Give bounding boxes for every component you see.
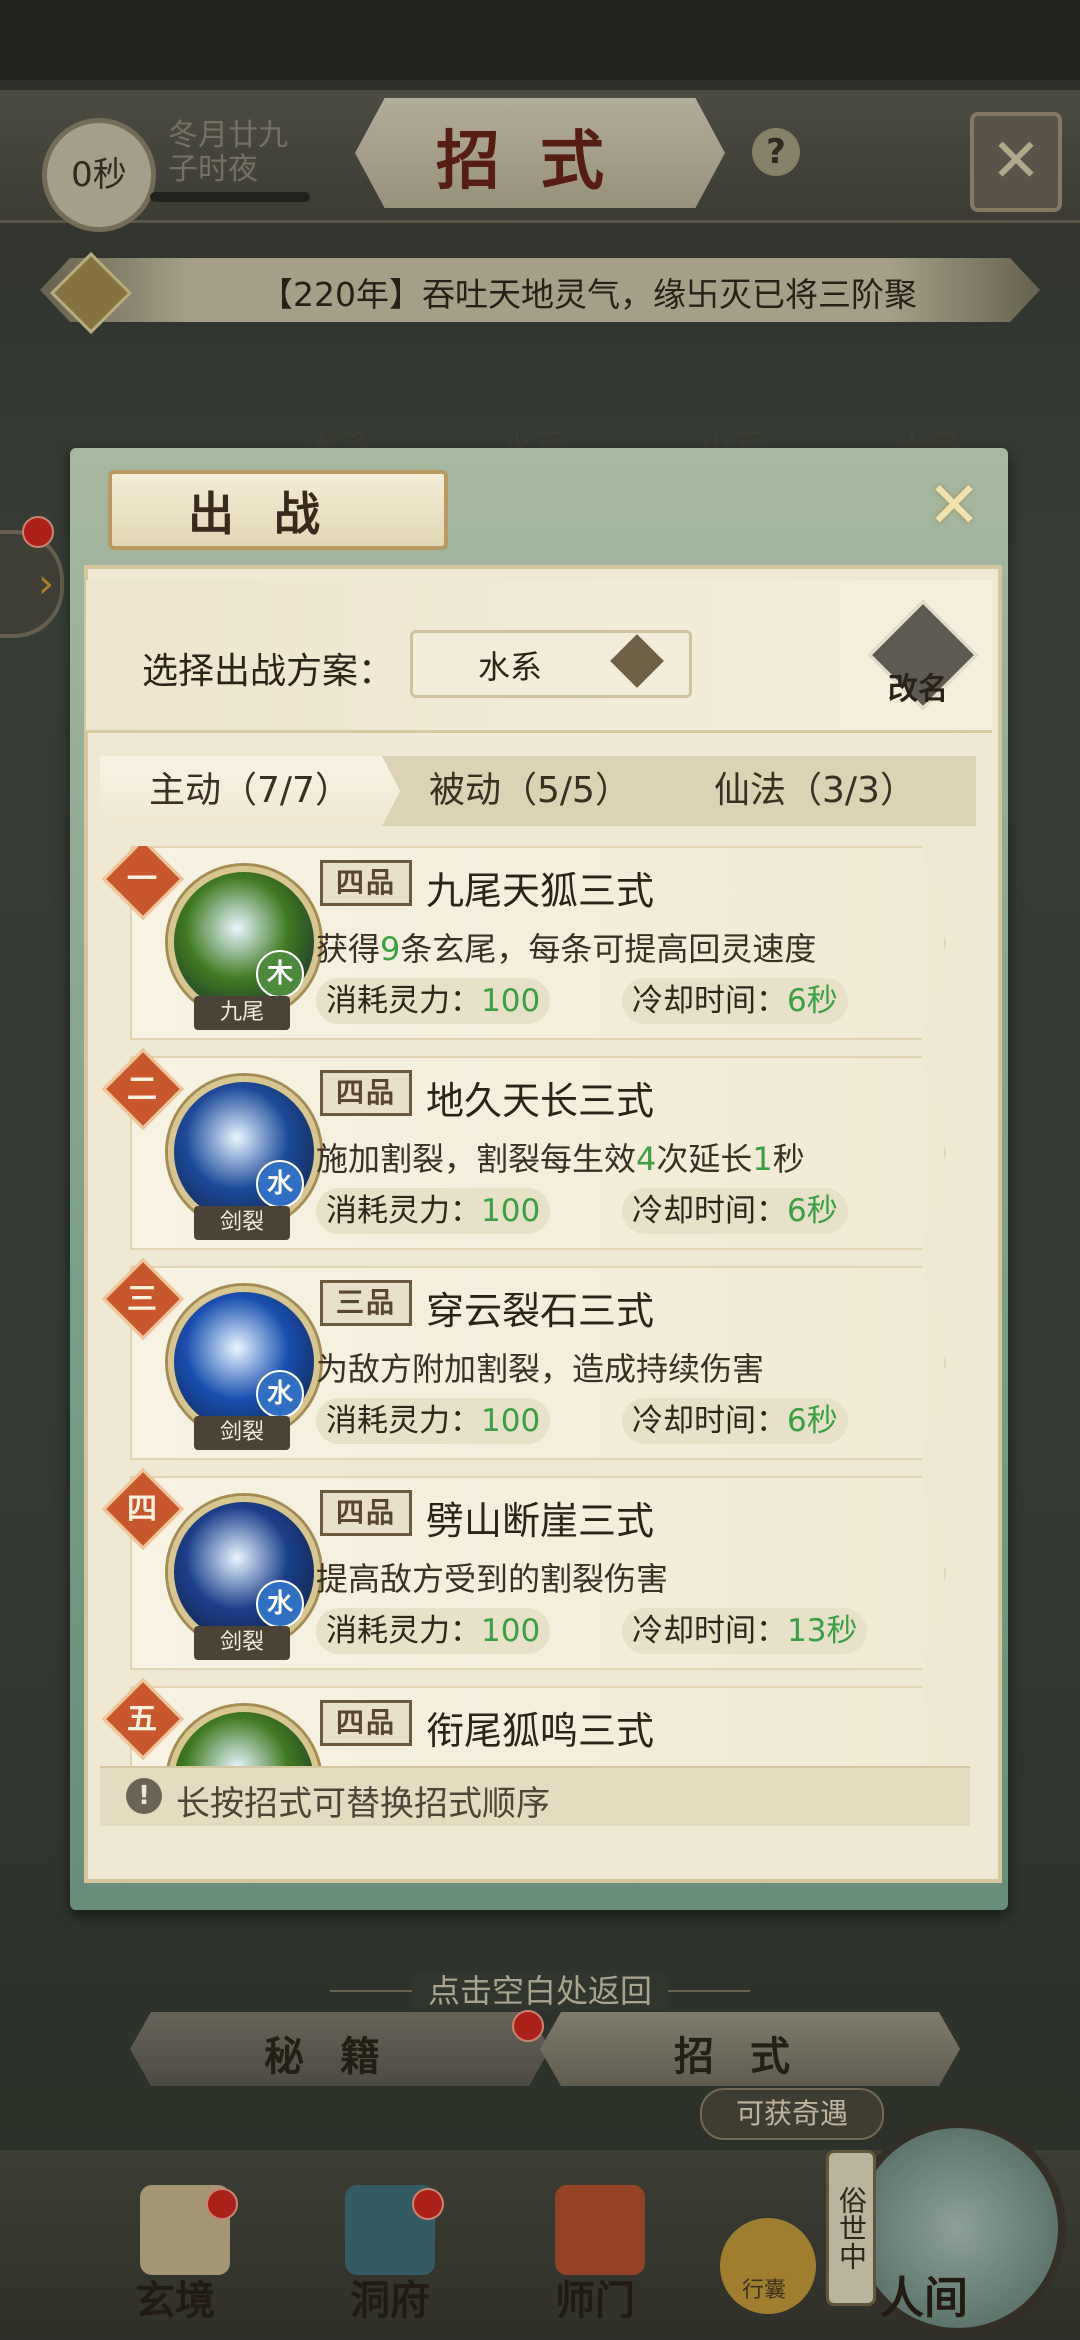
skill-desc: 为敌方附加割裂，造成持续伤害 [316, 1350, 765, 1388]
rank-label: 一 [127, 862, 157, 897]
plan-label: 选择出战方案： [142, 651, 395, 692]
cost-pill: 消耗灵力：100 [316, 1188, 551, 1234]
element-badge: 水 [256, 1580, 304, 1628]
exclamation-icon: ! [126, 1778, 162, 1814]
element-badge: 水 [256, 1370, 304, 1418]
rank-label: 五 [127, 1702, 157, 1737]
element-badge: 木 [256, 950, 304, 998]
grade-badge: 四品 [320, 1700, 412, 1746]
grade-badge: 三品 [320, 1280, 412, 1326]
grade-badge: 四品 [320, 1070, 412, 1116]
tab-active[interactable]: 主动（7/7） [100, 756, 400, 826]
cost-pill: 消耗灵力：100 [316, 1608, 551, 1654]
skill-desc: 提高敌方受到的割裂伤害 [316, 1560, 669, 1598]
grade-badge: 四品 [320, 1490, 412, 1536]
skill-desc: 施加割裂，割裂每生效4次延长1秒 [316, 1140, 805, 1178]
skill-tag: 剑裂 [194, 1416, 290, 1450]
hint-text: 长按招式可替换招式顺序 [176, 1784, 550, 1824]
cooldown-pill: 冷却时间：13秒 [622, 1608, 868, 1654]
cost-pill: 消耗灵力：100 [316, 1398, 551, 1444]
element-badge: 水 [256, 1160, 304, 1208]
rank-label: 二 [127, 1072, 157, 1107]
rank-label: 三 [127, 1282, 157, 1317]
grade-badge: 四品 [320, 860, 412, 906]
cost-pill: 消耗灵力：100 [316, 978, 551, 1024]
skill-desc: 获得9条玄尾，每条可提高回灵速度 [316, 930, 817, 968]
tab-immortal-art[interactable]: 仙法（3/3） [680, 756, 950, 826]
cooldown-pill: 冷却时间：6秒 [622, 1188, 848, 1234]
skill-tag: 剑裂 [194, 1626, 290, 1660]
skill-name: 穿云裂石三式 [426, 1289, 655, 1333]
rename-label: 改名 [888, 672, 948, 707]
cooldown-pill: 冷却时间：6秒 [622, 978, 848, 1024]
close-icon[interactable]: ✕ [922, 474, 986, 538]
skill-name: 衔尾狐鸣三式 [426, 1709, 655, 1753]
modal-title: 出战 [188, 487, 360, 541]
skill-tag: 九尾 [194, 996, 290, 1030]
tab-passive[interactable]: 被动（5/5） [400, 756, 660, 826]
skill-name: 九尾天狐三式 [426, 869, 655, 913]
skill-list[interactable]: 一木九尾 四品 九尾天狐三式 获得9条玄尾，每条可提高回灵速度 消耗灵力：100 冷却时间… [100, 846, 970, 1766]
plan-value: 水系 [478, 648, 543, 686]
cooldown-pill: 冷却时间：6秒 [622, 1398, 848, 1444]
skill-name: 地久天长三式 [426, 1079, 655, 1123]
rank-label: 四 [127, 1492, 157, 1527]
skill-tag: 剑裂 [194, 1206, 290, 1240]
skill-name: 劈山断崖三式 [426, 1499, 655, 1543]
